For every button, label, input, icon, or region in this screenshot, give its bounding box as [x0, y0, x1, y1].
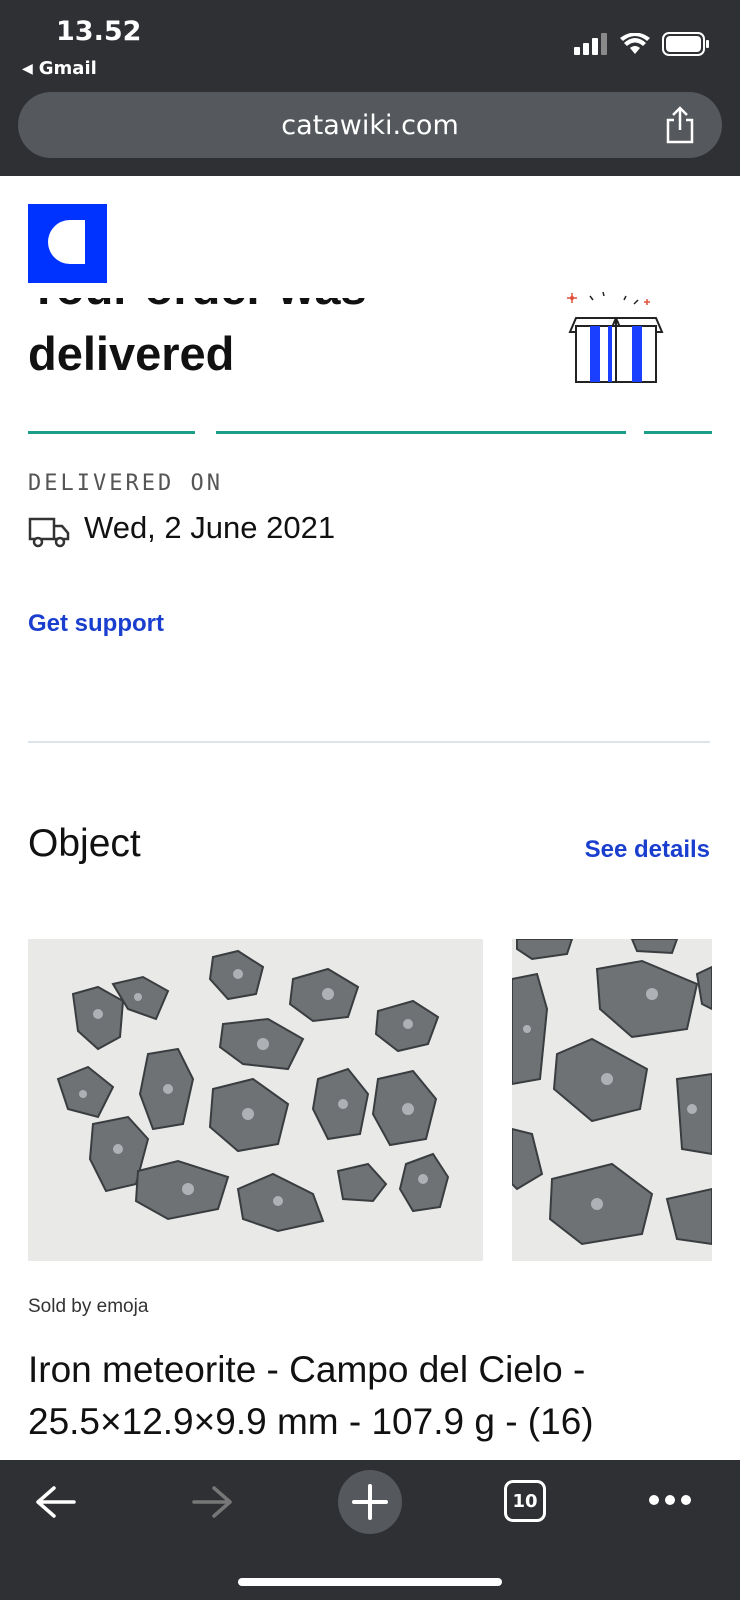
- back-to-app-link[interactable]: ◀ Gmail: [22, 58, 97, 79]
- home-indicator: [238, 1578, 502, 1586]
- truck-icon: [28, 517, 70, 548]
- logo-shape: [48, 220, 85, 264]
- meteorites-image-2: [512, 939, 712, 1261]
- more-icon[interactable]: [648, 1494, 692, 1506]
- product-photo-1[interactable]: [28, 939, 483, 1261]
- delivered-on-label: DELIVERED ON: [28, 471, 223, 496]
- back-arrow-icon[interactable]: [34, 1484, 78, 1520]
- progress-step-2: [216, 431, 626, 434]
- gift-icon: [567, 291, 664, 383]
- delivered-date: Wed, 2 June 2021: [84, 510, 336, 545]
- browser-bottom-bar: 10: [0, 1460, 740, 1600]
- tabs-count: 10: [512, 1490, 538, 1512]
- battery-icon: [662, 32, 709, 56]
- browser-top-bar: 13.52 ◀ Gmail catawiki.com: [0, 0, 740, 176]
- address-bar[interactable]: catawiki.com: [18, 92, 722, 158]
- page-content: Your order was delivered DELIVERED ON We…: [0, 176, 740, 1460]
- meteorites-image: [28, 939, 483, 1261]
- catawiki-logo[interactable]: [28, 204, 107, 283]
- section-divider: [28, 741, 710, 743]
- see-details-link[interactable]: See details: [585, 836, 710, 864]
- progress-step-3: [644, 431, 712, 434]
- product-title[interactable]: Iron meteorite - Campo del Cielo - 25.5×…: [28, 1344, 718, 1448]
- headline-line1: Your order was: [28, 298, 367, 315]
- status-icons: [574, 32, 710, 56]
- status-time: 13.52: [56, 16, 142, 47]
- object-section-title: Object: [28, 822, 141, 865]
- sold-by-text: Sold by emoja: [28, 1296, 149, 1317]
- wifi-icon: [620, 33, 650, 54]
- forward-arrow-icon: [192, 1486, 232, 1518]
- new-tab-icon: [352, 1484, 388, 1520]
- headline-line2: delivered: [28, 327, 235, 380]
- signal-icon: [574, 33, 607, 55]
- new-tab-button[interactable]: [338, 1470, 402, 1534]
- back-triangle-icon: ◀: [22, 60, 33, 77]
- back-app-label: Gmail: [38, 58, 97, 79]
- product-photo-2[interactable]: [512, 939, 712, 1261]
- progress-step-1: [28, 431, 195, 434]
- tabs-button[interactable]: 10: [504, 1480, 546, 1522]
- share-icon[interactable]: [664, 106, 696, 144]
- get-support-link[interactable]: Get support: [28, 610, 164, 638]
- url-text: catawiki.com: [281, 110, 459, 141]
